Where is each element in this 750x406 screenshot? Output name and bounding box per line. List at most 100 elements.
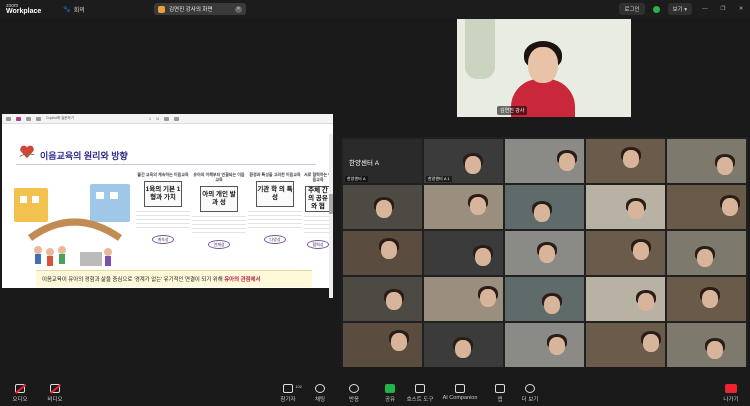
login-button[interactable]: 로그인 xyxy=(619,3,645,15)
participant-tile[interactable] xyxy=(586,231,665,275)
draw-icon[interactable] xyxy=(16,116,21,121)
participant-tile[interactable] xyxy=(424,323,503,367)
toolbar-button-sparkle[interactable]: AI Companion xyxy=(440,384,480,401)
participant-tile[interactable] xyxy=(505,185,584,229)
text-icon[interactable] xyxy=(26,116,31,121)
close-tab-icon[interactable]: × xyxy=(235,5,242,13)
footer-text: 이음교육이 유아의 경험과 삶을 중심으로 '경계가 없는' 유기적인 연결이 … xyxy=(42,277,223,283)
participant-face xyxy=(455,340,471,358)
toolbar-label: 오디오 xyxy=(12,397,28,403)
window-controls: 로그인 보기 ▾ — ❐ ✕ xyxy=(619,3,746,15)
shared-screen: Copilot에 질문하기 1 /4 이음교육의 원리와 방향 출간 교육의 계… xyxy=(2,114,333,298)
participant-face xyxy=(717,157,733,175)
principle-badge: 계속성 xyxy=(152,235,174,244)
principle-badge: 다양성 xyxy=(264,235,286,244)
search-icon[interactable] xyxy=(173,116,179,121)
view-button[interactable]: 보기 ▾ xyxy=(667,3,692,15)
security-shield-icon[interactable] xyxy=(652,5,660,13)
slide-footer: 이음교육이 유아의 경험과 삶을 중심으로 '경계가 없는' 유기적인 연결이 … xyxy=(36,270,312,287)
column-header: 출간 교육의 계속하는 이음교육 xyxy=(137,172,189,177)
principle-card: 기관 학 의 특성 xyxy=(256,181,294,207)
toolbar-button-heart[interactable]: 반응 xyxy=(334,384,374,403)
participant-tile[interactable] xyxy=(586,139,665,183)
toolbar-label: 비디오 xyxy=(47,397,63,403)
meeting-tab-title: 김연진 강사의 화면 xyxy=(169,7,213,13)
participant-tile[interactable] xyxy=(343,185,422,229)
participant-tile[interactable] xyxy=(667,185,746,229)
participant-tile[interactable] xyxy=(667,323,746,367)
participant-tile[interactable] xyxy=(667,231,746,275)
body-text-lines xyxy=(136,211,190,231)
participant-tile[interactable] xyxy=(343,231,422,275)
participant-tile[interactable] xyxy=(505,231,584,275)
toolbar-button-camera-muted[interactable]: 비디오 xyxy=(35,384,75,403)
view-label: 보기 xyxy=(672,7,683,13)
participant-tile[interactable] xyxy=(505,139,584,183)
participant-gallery: 한양센터 A 한양센터 A 한양센터 A 1 xyxy=(341,137,748,367)
participant-face xyxy=(549,337,565,355)
heart-icon xyxy=(349,384,359,393)
slide-scrollbar[interactable] xyxy=(329,134,333,298)
apps-icon xyxy=(495,384,505,393)
participant-face xyxy=(702,290,718,308)
participant-face xyxy=(391,333,407,351)
participant-tile[interactable] xyxy=(586,277,665,321)
children-bridge-illustration xyxy=(14,184,130,266)
paw-icon: 🐾 xyxy=(63,6,71,13)
participant-face xyxy=(628,201,644,219)
participant-face xyxy=(722,198,738,216)
restore-icon[interactable]: ❐ xyxy=(718,6,728,12)
meeting-tab[interactable]: 김연진 강사의 화면 × xyxy=(154,3,246,15)
participant-tile[interactable] xyxy=(424,185,503,229)
participant-face xyxy=(386,292,402,310)
share-icon xyxy=(385,384,395,393)
participant-tile[interactable] xyxy=(667,277,746,321)
close-window-icon[interactable]: ✕ xyxy=(736,6,746,12)
toolbar-label: 반응 xyxy=(348,397,360,403)
scroll-thumb[interactable] xyxy=(329,194,333,214)
participant-tile[interactable] xyxy=(424,277,503,321)
pdf-toolbar: Copilot에 질문하기 1 /4 xyxy=(2,114,333,124)
participant-tile[interactable]: 한양센터 A 한양센터 A xyxy=(343,139,422,183)
participant-tile[interactable] xyxy=(343,323,422,367)
toolbar-label: 채팅 xyxy=(314,397,326,403)
menu-icon[interactable] xyxy=(6,116,11,121)
participant-face xyxy=(534,204,550,222)
participant-tile[interactable] xyxy=(343,277,422,321)
participant-face xyxy=(539,245,555,263)
toolbar-button-more[interactable]: 더 보기 xyxy=(510,384,550,403)
toolbar-button-microphone-muted[interactable]: 오디오 xyxy=(0,384,40,403)
participant-face xyxy=(475,248,491,266)
column-header: 환경과 특성을 고려한 이음교육 xyxy=(249,172,301,177)
participant-tile[interactable] xyxy=(424,231,503,275)
principle-badge: 협력성 xyxy=(307,240,329,249)
page-total: /4 xyxy=(155,116,159,121)
participant-tile[interactable] xyxy=(586,185,665,229)
toolbar-label: 앱 xyxy=(497,397,503,403)
leave-button[interactable]: 나가기 xyxy=(716,384,746,403)
column-header: 서로 협력하는 이음교육 xyxy=(304,172,332,182)
leave-label: 나가기 xyxy=(723,397,739,403)
page-number[interactable]: 1 xyxy=(149,117,151,121)
zoom-logo: zoom Workplace xyxy=(6,3,41,15)
participant-tile[interactable] xyxy=(505,323,584,367)
minimize-icon[interactable]: — xyxy=(700,6,710,12)
home-tab[interactable]: 🐾 회의 xyxy=(63,5,85,14)
participant-face xyxy=(376,200,392,218)
participant-face xyxy=(697,249,713,267)
copilot-button[interactable]: Copilot에 질문하기 xyxy=(46,116,74,121)
participant-tile[interactable] xyxy=(667,139,746,183)
participant-tile[interactable] xyxy=(586,323,665,367)
microphone-muted-icon xyxy=(15,384,25,393)
participant-tile[interactable]: 한양센터 A 1 xyxy=(424,139,503,183)
slide-title: 이음교육의 원리와 방향 xyxy=(40,151,128,161)
active-speaker-video[interactable]: 김연진 강사 xyxy=(457,19,631,117)
slide: 이음교육의 원리와 방향 출간 교육의 계속하는 이음교육 1육의 기본 1형과… xyxy=(2,124,333,298)
footer-emphasis: 유아의 관점에서 xyxy=(224,277,261,283)
highlight-icon[interactable] xyxy=(36,116,41,121)
participant-tile[interactable] xyxy=(505,277,584,321)
toolbar-button-shield[interactable]: 호스트 도구 xyxy=(400,384,440,403)
print-icon[interactable] xyxy=(163,116,169,121)
toolbar-label: AI Companion xyxy=(442,395,478,401)
heart-icon xyxy=(19,145,35,159)
